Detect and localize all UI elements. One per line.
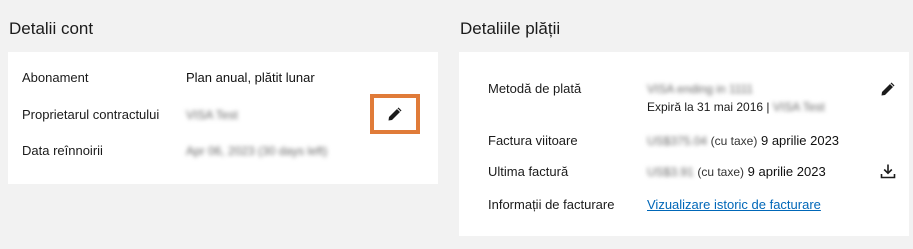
pencil-icon: [881, 82, 895, 96]
account-details-card: Abonament Plan anual, plătit lunar Propr…: [8, 52, 438, 184]
last-invoice-amount-blurred: US$3.91: [647, 165, 694, 179]
next-invoice-label: Factura viitoare: [488, 133, 578, 148]
billing-info-label: Informații de facturare: [488, 197, 615, 212]
download-invoice-button[interactable]: [877, 160, 899, 182]
last-invoice-value: US$3.91 (cu taxe) 9 aprilie 2023: [647, 164, 826, 179]
last-invoice-label: Ultima factură: [488, 164, 569, 179]
subscription-label: Abonament: [22, 70, 89, 85]
account-section-title: Detalii cont: [9, 19, 94, 38]
next-invoice-date: 9 aprilie 2023: [760, 133, 840, 148]
last-invoice-tax: (cu taxe): [697, 165, 745, 179]
payment-method-blurred: VISA ending in 1111: [647, 82, 754, 96]
next-invoice-amount-blurred: US$375.04: [647, 134, 708, 148]
billing-history-link[interactable]: Vizualizare istoric de facturare: [647, 197, 821, 212]
card-expiry: Expiră la 31 mai 2016 | VISA Test: [647, 100, 825, 114]
renewal-date-value: Apr 06, 2023 (30 days left): [186, 143, 327, 158]
payment-section-title: Detaliile plății: [460, 19, 561, 38]
last-invoice-date: 9 aprilie 2023: [747, 164, 826, 179]
payment-method-label: Metodă de plată: [488, 81, 582, 96]
card-expiry-owner-blurred: VISA Test: [772, 100, 825, 114]
edit-contract-button[interactable]: [370, 94, 420, 134]
download-icon: [880, 164, 896, 179]
payment-method-value: VISA ending in 1111: [647, 81, 753, 96]
renewal-date-label: Data reînnoirii: [22, 143, 103, 158]
renewal-date-blurred: Apr 06, 2023 (30 days left): [186, 144, 328, 158]
next-invoice-tax: (cu taxe): [710, 134, 758, 148]
subscription-value: Plan anual, plătit lunar: [186, 70, 315, 85]
edit-payment-method-button[interactable]: [877, 78, 899, 100]
contract-owner-blurred: VISA Test: [186, 108, 238, 122]
contract-owner-label: Proprietarul contractului: [22, 107, 160, 122]
next-invoice-value: US$375.04 (cu taxe) 9 aprilie 2023: [647, 133, 839, 148]
contract-owner-value: VISA Test: [186, 107, 238, 122]
card-expiry-text: Expiră la 31 mai 2016 |: [647, 100, 770, 114]
payment-details-card: Metodă de plată VISA ending in 1111 Expi…: [459, 52, 909, 236]
pencil-icon: [374, 98, 416, 130]
